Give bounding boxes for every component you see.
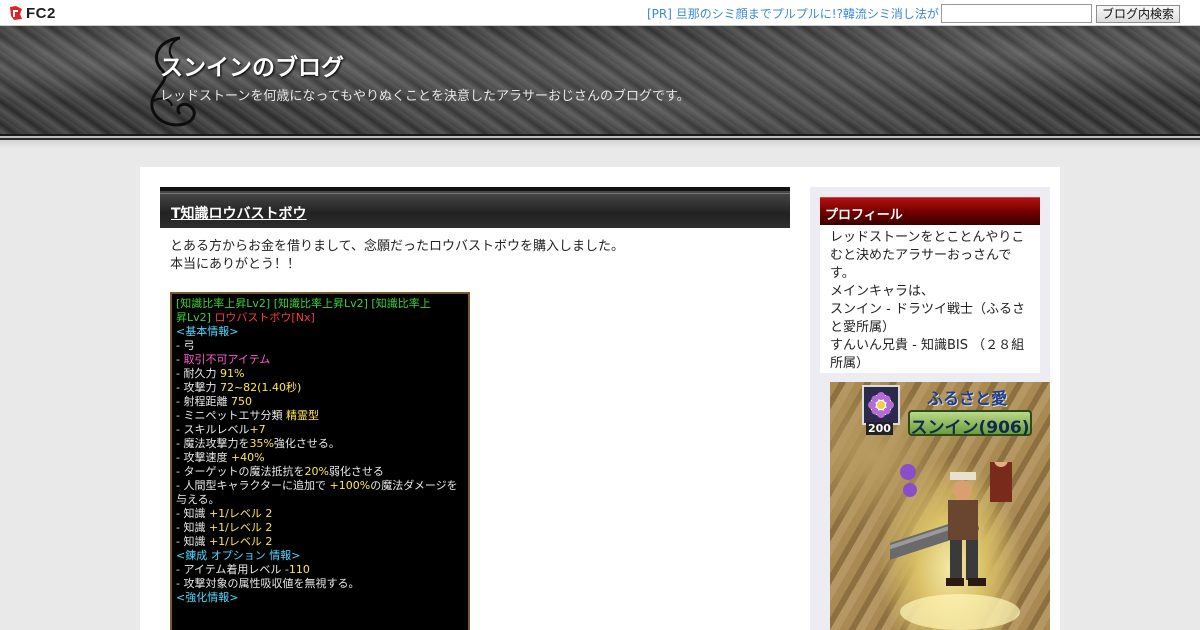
character-name: スンイン(906) [910, 418, 1030, 438]
item-stat-line: - ターゲットの魔法抵抗を20%弱化させる [176, 465, 464, 479]
item-stat-line: - 攻撃速度 +40% [176, 451, 464, 465]
fc2-logo[interactable]: FC2 [8, 4, 56, 22]
blog-title[interactable]: スンインのブログ [160, 48, 344, 82]
profile-line: すんいん兄貴 - 知識BIS （２８組所属） [830, 338, 1025, 371]
blog-search-button[interactable]: ブログ内検索 [1096, 5, 1180, 23]
item-stat-segment: - スキルレベル [176, 423, 250, 436]
blog-search-input[interactable] [941, 4, 1092, 23]
entry-header: T知識ロウバストボウ [160, 187, 790, 228]
entry-title-link[interactable]: T知識ロウバストボウ [171, 203, 307, 223]
item-stat-segment: 取引不可アイテム [183, 353, 271, 366]
item-stat-segment: ロウバストボウ[Nx] [214, 311, 315, 324]
item-stat-line: - 人間型キャラクターに追加で +100%の魔法ダメージを [176, 479, 464, 493]
header-divider [0, 134, 1200, 148]
item-stat-segment: <基本情報> [176, 325, 239, 338]
item-stat-segment: - 弓 [176, 339, 195, 352]
fc2-logo-text: FC2 [26, 4, 56, 22]
item-stat-segment: - 攻撃力 [176, 381, 220, 394]
item-stat-segment: <強化情報> [176, 591, 239, 604]
item-stat-segment: - 人間型キャラクターに追加で [176, 479, 330, 492]
item-stat-line: <強化情報> [176, 591, 464, 605]
item-stat-line: - 知識 +1/レベル 2 [176, 535, 464, 549]
guild-name: ふるさと愛 [927, 389, 1008, 408]
profile-plugin-header: プロフィール [820, 197, 1040, 225]
item-stat-line: - 弓 [176, 339, 464, 353]
item-stat-segment: 弱化させる [328, 465, 384, 478]
item-stat-segment: +1/レベル 2 [208, 521, 273, 534]
item-stat-line: - 射程距離 750 [176, 395, 464, 409]
item-stat-line: - 魔法攻撃力を35%強化させる。 [176, 437, 464, 451]
fc2-topbar: FC2 [PR] 旦那のシミ顔までプルプルに!?韓流シミ消し法が ブログ内検索 [0, 0, 1200, 26]
item-stat-segment: 強化させる。 [273, 437, 340, 450]
item-stat-line: <錬成 オプション 情報> [176, 549, 464, 563]
item-stat-segment: - 知識 [176, 507, 209, 520]
item-stat-segment: +1/レベル 2 [208, 507, 273, 520]
item-stat-segment: - 攻撃速度 [176, 451, 231, 464]
item-stat-segment: 91% [219, 367, 245, 380]
item-stat-line: - アイテム着用レベル -110 [176, 563, 464, 577]
item-stat-line: - 取引不可アイテム [176, 353, 464, 367]
item-stat-segment: - アイテム着用レベル [176, 563, 285, 576]
item-stat-segment: 35% [249, 437, 274, 450]
item-stat-line: - 知識 +1/レベル 2 [176, 507, 464, 521]
profile-line: メインキャラは、 [830, 284, 935, 299]
item-stat-line: 昇Lv2] ロウバストボウ[Nx] [176, 311, 464, 325]
swirl-ornament-icon [150, 36, 196, 127]
character-name-tag: スンイン(906) [908, 410, 1032, 438]
entry-body-line: とある方からお金を借りまして、念願だったロウバストボウを購入しました。 [170, 239, 624, 254]
item-stat-segment: [知識比率上昇Lv2] [知識比率上昇Lv2] [知識比率上 [176, 297, 431, 310]
item-stat-segment: - ターゲットの魔法抵抗を [176, 465, 305, 478]
item-stat-segment: +100% [329, 479, 371, 492]
item-stat-segment: 20% [304, 465, 329, 478]
rank-number: 200 [866, 422, 893, 435]
item-stat-line: [知識比率上昇Lv2] [知識比率上昇Lv2] [知識比率上 [176, 297, 464, 311]
item-stat-line: - 耐久力 91% [176, 367, 464, 381]
item-stat-segment: 与える。 [176, 493, 220, 506]
item-stat-line: - ミニペットエサ分類 精霊型 [176, 409, 464, 423]
warrior-character-icon [890, 462, 1020, 630]
profile-text: レッドストーンをとことんやりこむと決めたアラサーおっさんです。 メインキャラは、… [820, 225, 1040, 373]
pr-ad-link[interactable]: [PR] 旦那のシミ顔までプルプルに!?韓流シミ消し法が [647, 5, 939, 22]
item-stat-segment: 昇Lv2] [176, 311, 215, 324]
item-stat-segment: - 知識 [176, 535, 209, 548]
entry-body: とある方からお金を借りまして、念願だったロウバストボウを購入しました。 本当にあ… [170, 238, 770, 274]
entry-body-line: 本当にありがとう！！ [170, 257, 301, 272]
profile-game-image: 200 ふるさと愛 スンイン(906) [830, 382, 1050, 630]
item-stat-segment: +7 [249, 423, 266, 436]
item-stat-segment: - 耐久力 [176, 367, 220, 380]
item-stat-segment: <錬成 オプション 情報> [176, 549, 301, 562]
item-stat-line: - スキルレベル+7 [176, 423, 464, 437]
item-stat-segment: - ミニペットエサ分類 [176, 409, 286, 422]
blog-description: レッドストーンを何歳になってもやりぬくことを決意したアラサーおじさんのブログです… [160, 89, 690, 104]
item-stat-segment: +1/レベル 2 [208, 535, 273, 548]
item-stat-segment: の魔法ダメージを [370, 479, 458, 492]
item-stat-segment: - 知識 [176, 521, 209, 534]
item-stat-segment: 750 [230, 395, 252, 408]
item-stat-segment: - 攻撃対象の属性吸収値を無視する。 [176, 577, 360, 590]
profile-line: レッドストーンをとことんやりこむと決めたアラサーおっさんです。 [830, 230, 1025, 281]
item-stat-segment: 72~82(1.40秒) [219, 381, 302, 394]
item-stat-segment: +40% [230, 451, 265, 464]
item-stat-segment: 精霊型 [285, 409, 319, 422]
item-stat-line: 与える。 [176, 493, 464, 507]
item-info-screenshot: [知識比率上昇Lv2] [知識比率上昇Lv2] [知識比率上 昇Lv2] ロウバス… [170, 292, 470, 630]
item-stat-segment: -110 [284, 563, 310, 576]
profile-plugin-title: プロフィール [825, 208, 903, 223]
item-stat-line: - 攻撃力 72~82(1.40秒) [176, 381, 464, 395]
item-stat-segment: - 射程距離 [176, 395, 231, 408]
item-stat-line: - 攻撃対象の属性吸収値を無視する。 [176, 577, 464, 591]
item-stat-line: <基本情報> [176, 325, 464, 339]
item-stat-line: - 知識 +1/レベル 2 [176, 521, 464, 535]
fc2-logo-icon [10, 6, 22, 20]
item-stat-segment: - 魔法攻撃力を [176, 437, 250, 450]
profile-line: スンイン - ドラツイ戦士（ふるさと愛所属） [830, 302, 1025, 335]
